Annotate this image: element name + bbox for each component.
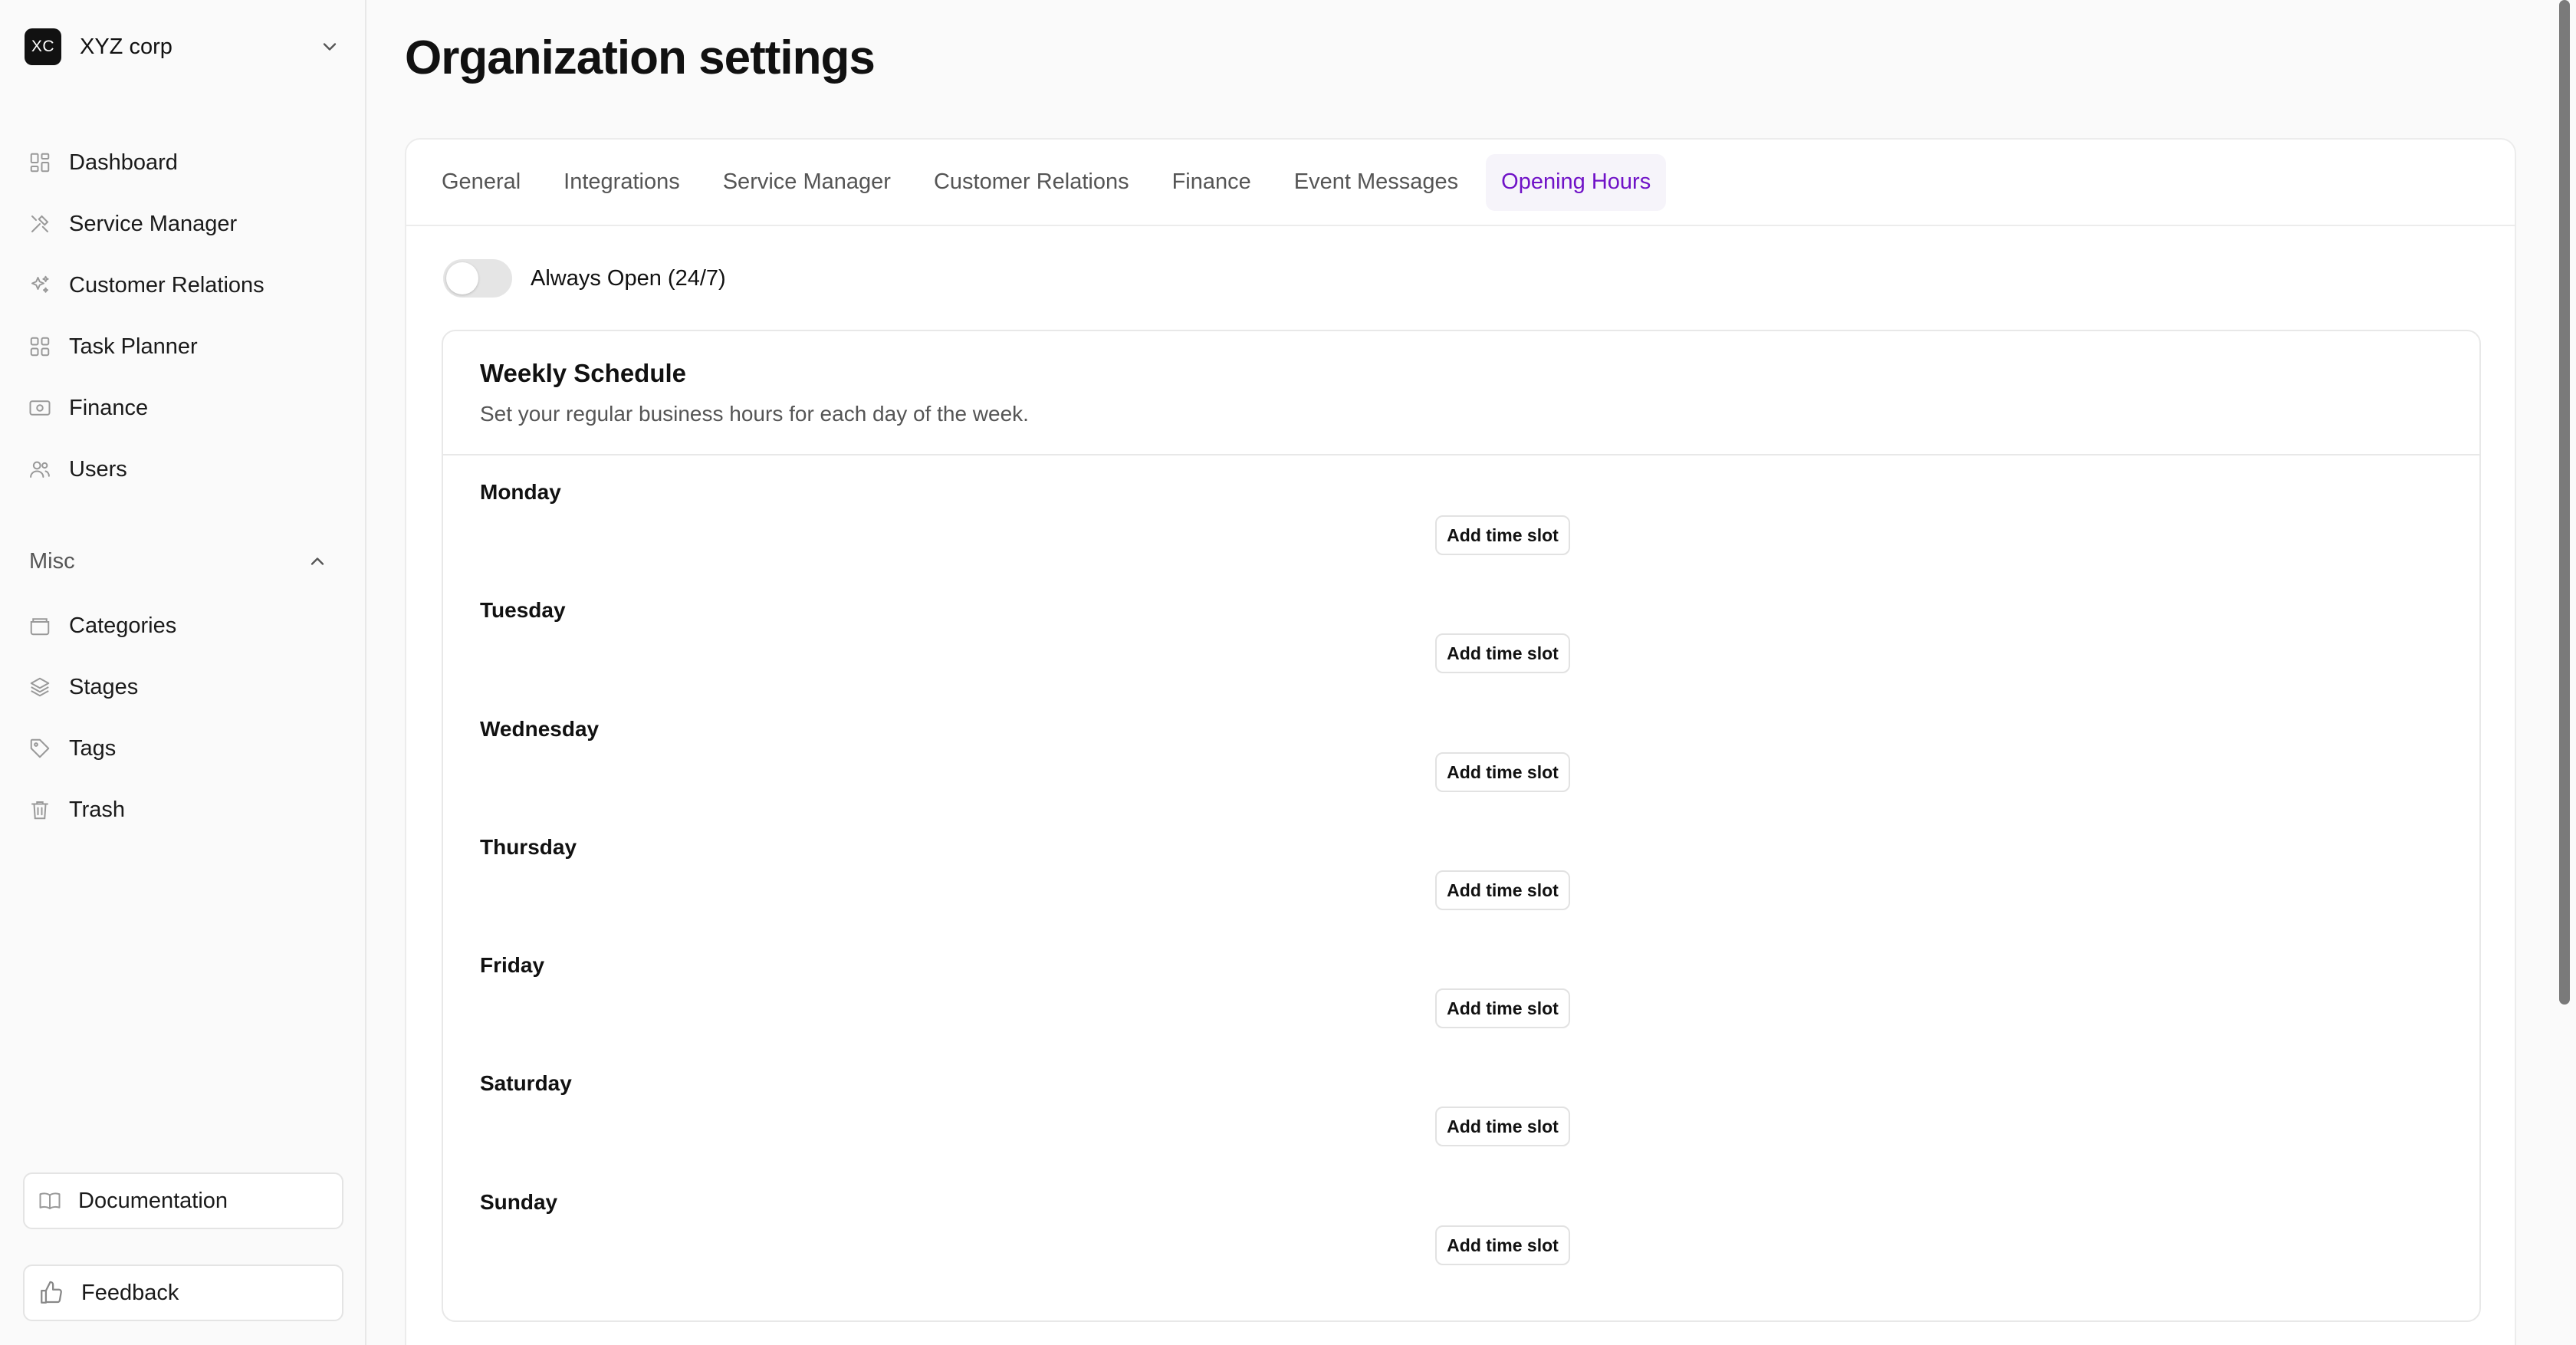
- sidebar-item-service-manager[interactable]: Service Manager: [28, 193, 342, 255]
- day-name: Thursday: [480, 835, 577, 859]
- book-icon: [39, 1192, 61, 1209]
- day-name: Wednesday: [480, 717, 600, 741]
- tab-event-messages[interactable]: Event Messages: [1279, 154, 1474, 211]
- sidebar-item-label: Dashboard: [69, 150, 178, 175]
- add-time-slot-button[interactable]: Add time slot: [1435, 633, 1570, 673]
- add-time-slot-button[interactable]: Add time slot: [1435, 1225, 1570, 1265]
- tools-icon: [28, 212, 52, 236]
- day-row-tuesday: Tuesday Add time slot: [480, 598, 2443, 716]
- day-name: Monday: [480, 480, 561, 504]
- tag-icon: [28, 736, 52, 761]
- main-nav: Dashboard Service Manager Customer Relat…: [28, 132, 342, 500]
- trash-icon: [28, 797, 52, 822]
- org-switcher[interactable]: XC XYZ corp: [25, 28, 340, 66]
- sidebar-item-label: Tags: [69, 735, 117, 761]
- misc-nav: Categories Stages Tags Trash: [28, 595, 342, 840]
- add-time-slot-button[interactable]: Add time slot: [1435, 752, 1570, 792]
- sidebar-item-label: Trash: [69, 797, 126, 822]
- feedback-label: Feedback: [81, 1280, 179, 1305]
- users-icon: [28, 457, 52, 482]
- feedback-button[interactable]: Feedback: [23, 1264, 343, 1321]
- day-name: Sunday: [480, 1190, 558, 1214]
- day-row-friday: Friday Add time slot: [480, 953, 2443, 1071]
- tab-opening-hours[interactable]: Opening Hours: [1486, 153, 1667, 211]
- always-open-row: Always Open (24/7): [443, 259, 726, 298]
- add-time-slot-button[interactable]: Add time slot: [1435, 988, 1570, 1028]
- schedule-header: Weekly Schedule Set your regular busines…: [443, 331, 2479, 455]
- always-open-label: Always Open (24/7): [531, 265, 726, 291]
- sidebar-item-label: Categories: [69, 613, 177, 638]
- add-time-slot-button[interactable]: Add time slot: [1435, 870, 1570, 910]
- chevron-down-icon: [323, 43, 337, 51]
- day-name: Friday: [480, 953, 545, 977]
- schedule-subtitle: Set your regular business hours for each…: [480, 402, 1029, 426]
- org-logo: XC: [25, 28, 61, 65]
- settings-card: General Integrations Service Manager Cus…: [405, 138, 2516, 1345]
- scrollbar-thumb[interactable]: [2559, 0, 2570, 1005]
- tab-general[interactable]: General: [426, 154, 536, 211]
- settings-tabs: General Integrations Service Manager Cus…: [406, 140, 2515, 226]
- schedule-title: Weekly Schedule: [480, 359, 687, 387]
- sidebar-item-trash[interactable]: Trash: [28, 779, 342, 840]
- day-name: Tuesday: [480, 598, 566, 622]
- tab-customer-relations[interactable]: Customer Relations: [918, 154, 1145, 211]
- org-name: XYZ corp: [80, 34, 172, 59]
- sidebar-item-label: Service Manager: [69, 211, 238, 236]
- sidebar-item-users[interactable]: Users: [28, 439, 342, 500]
- sidebar-item-label: Finance: [69, 395, 149, 420]
- banknote-icon: [28, 396, 52, 420]
- sidebar-item-finance[interactable]: Finance: [28, 377, 342, 439]
- sidebar-item-categories[interactable]: Categories: [28, 595, 342, 656]
- toggle-knob: [446, 262, 478, 294]
- sidebar-item-label: Users: [69, 456, 127, 482]
- chevron-up-icon: [310, 557, 324, 565]
- day-name: Saturday: [480, 1071, 572, 1095]
- layers-icon: [28, 675, 52, 699]
- sidebar-item-label: Task Planner: [69, 334, 198, 359]
- always-open-toggle[interactable]: [443, 259, 512, 298]
- tab-service-manager[interactable]: Service Manager: [708, 154, 906, 211]
- documentation-label: Documentation: [78, 1188, 228, 1213]
- add-time-slot-button[interactable]: Add time slot: [1435, 1107, 1570, 1146]
- misc-section-toggle[interactable]: Misc: [29, 542, 328, 580]
- sidebar-item-label: Customer Relations: [69, 272, 264, 298]
- add-time-slot-button[interactable]: Add time slot: [1435, 515, 1570, 555]
- day-row-thursday: Thursday Add time slot: [480, 835, 2443, 953]
- tab-finance[interactable]: Finance: [1157, 154, 1267, 211]
- day-row-monday: Monday Add time slot: [480, 480, 2443, 598]
- sidebar-item-task-planner[interactable]: Task Planner: [28, 316, 342, 377]
- grid-icon: [28, 334, 52, 359]
- page-title: Organization settings: [405, 31, 876, 84]
- sidebar-item-tags[interactable]: Tags: [28, 718, 342, 779]
- weekly-schedule: Weekly Schedule Set your regular busines…: [442, 330, 2481, 1322]
- dashboard-icon: [28, 150, 52, 175]
- sidebar-item-stages[interactable]: Stages: [28, 656, 342, 718]
- day-row-saturday: Saturday Add time slot: [480, 1071, 2443, 1189]
- documentation-button[interactable]: Documentation: [23, 1172, 343, 1229]
- folder-icon: [28, 613, 52, 638]
- day-row-wednesday: Wednesday Add time slot: [480, 717, 2443, 835]
- misc-section-label: Misc: [29, 548, 75, 574]
- scrollbar-track[interactable]: [2553, 0, 2576, 1345]
- sparkles-icon: [28, 273, 52, 298]
- sidebar-item-customer-relations[interactable]: Customer Relations: [28, 255, 342, 316]
- day-row-sunday: Sunday Add time slot: [480, 1190, 2443, 1308]
- sidebar-item-dashboard[interactable]: Dashboard: [28, 132, 342, 193]
- thumbs-up-icon: [41, 1281, 62, 1304]
- sidebar: XC XYZ corp Dashboard Service Manager Cu…: [0, 0, 366, 1345]
- sidebar-item-label: Stages: [69, 674, 139, 699]
- tab-integrations[interactable]: Integrations: [548, 154, 695, 211]
